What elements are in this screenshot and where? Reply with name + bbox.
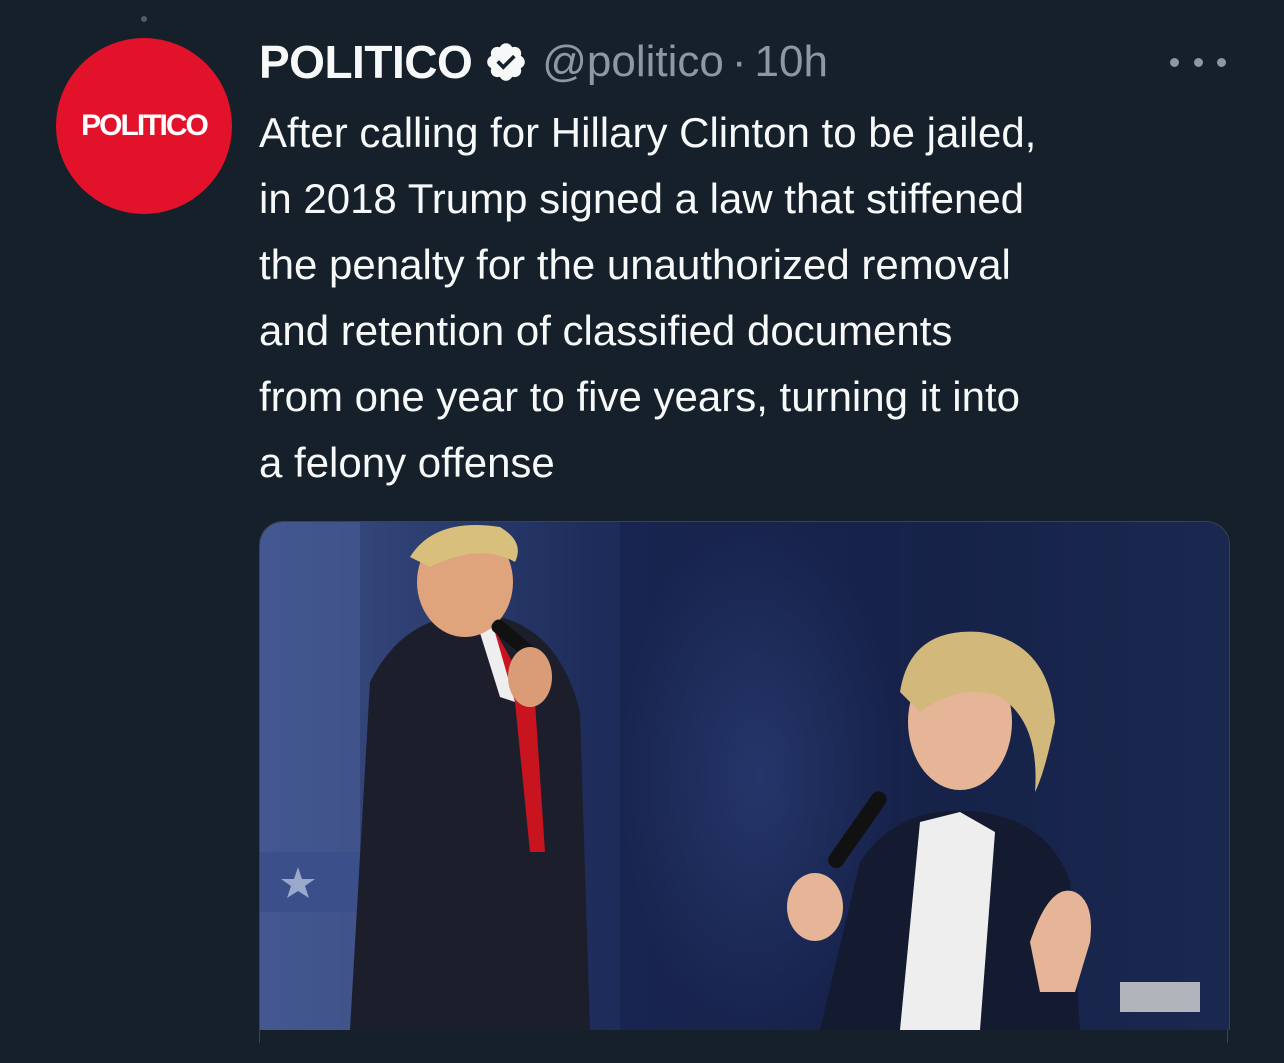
- tweet-text-line: from one year to five years, turning it …: [259, 373, 1021, 420]
- more-dot: [1170, 57, 1179, 67]
- media-border: [259, 1029, 1228, 1043]
- tweet-text-line: the penalty for the unauthorized removal: [259, 241, 1011, 288]
- avatar[interactable]: POLITICO: [56, 38, 232, 214]
- tweet-text-line: After calling for Hillary Clinton to be …: [259, 109, 1037, 156]
- tweet-text-line: a felony offense: [259, 439, 555, 486]
- tweet[interactable]: POLITICO POLITICO @politico · 10h After …: [0, 0, 1284, 1063]
- display-name[interactable]: POLITICO: [259, 35, 473, 89]
- timestamp[interactable]: 10h: [755, 37, 828, 87]
- more-dot: [1193, 57, 1203, 67]
- tweet-text-line: in 2018 Trump signed a law that stiffene…: [259, 175, 1025, 222]
- thread-connector: [141, 16, 147, 22]
- tweet-text-line: and retention of classified documents: [259, 307, 953, 354]
- tweet-header: POLITICO @politico · 10h: [259, 34, 828, 90]
- more-dot: [1217, 57, 1226, 67]
- more-options-icon[interactable]: [1170, 50, 1226, 74]
- avatar-logo-text: POLITICO: [81, 109, 209, 142]
- tweet-media-photo[interactable]: [259, 521, 1230, 1030]
- debate-photo: [260, 522, 1229, 1030]
- user-handle[interactable]: @politico: [542, 37, 724, 87]
- header-separator: ·: [731, 37, 747, 86]
- tweet-text: After calling for Hillary Clinton to be …: [259, 100, 1249, 496]
- verified-badge-icon: [484, 40, 528, 84]
